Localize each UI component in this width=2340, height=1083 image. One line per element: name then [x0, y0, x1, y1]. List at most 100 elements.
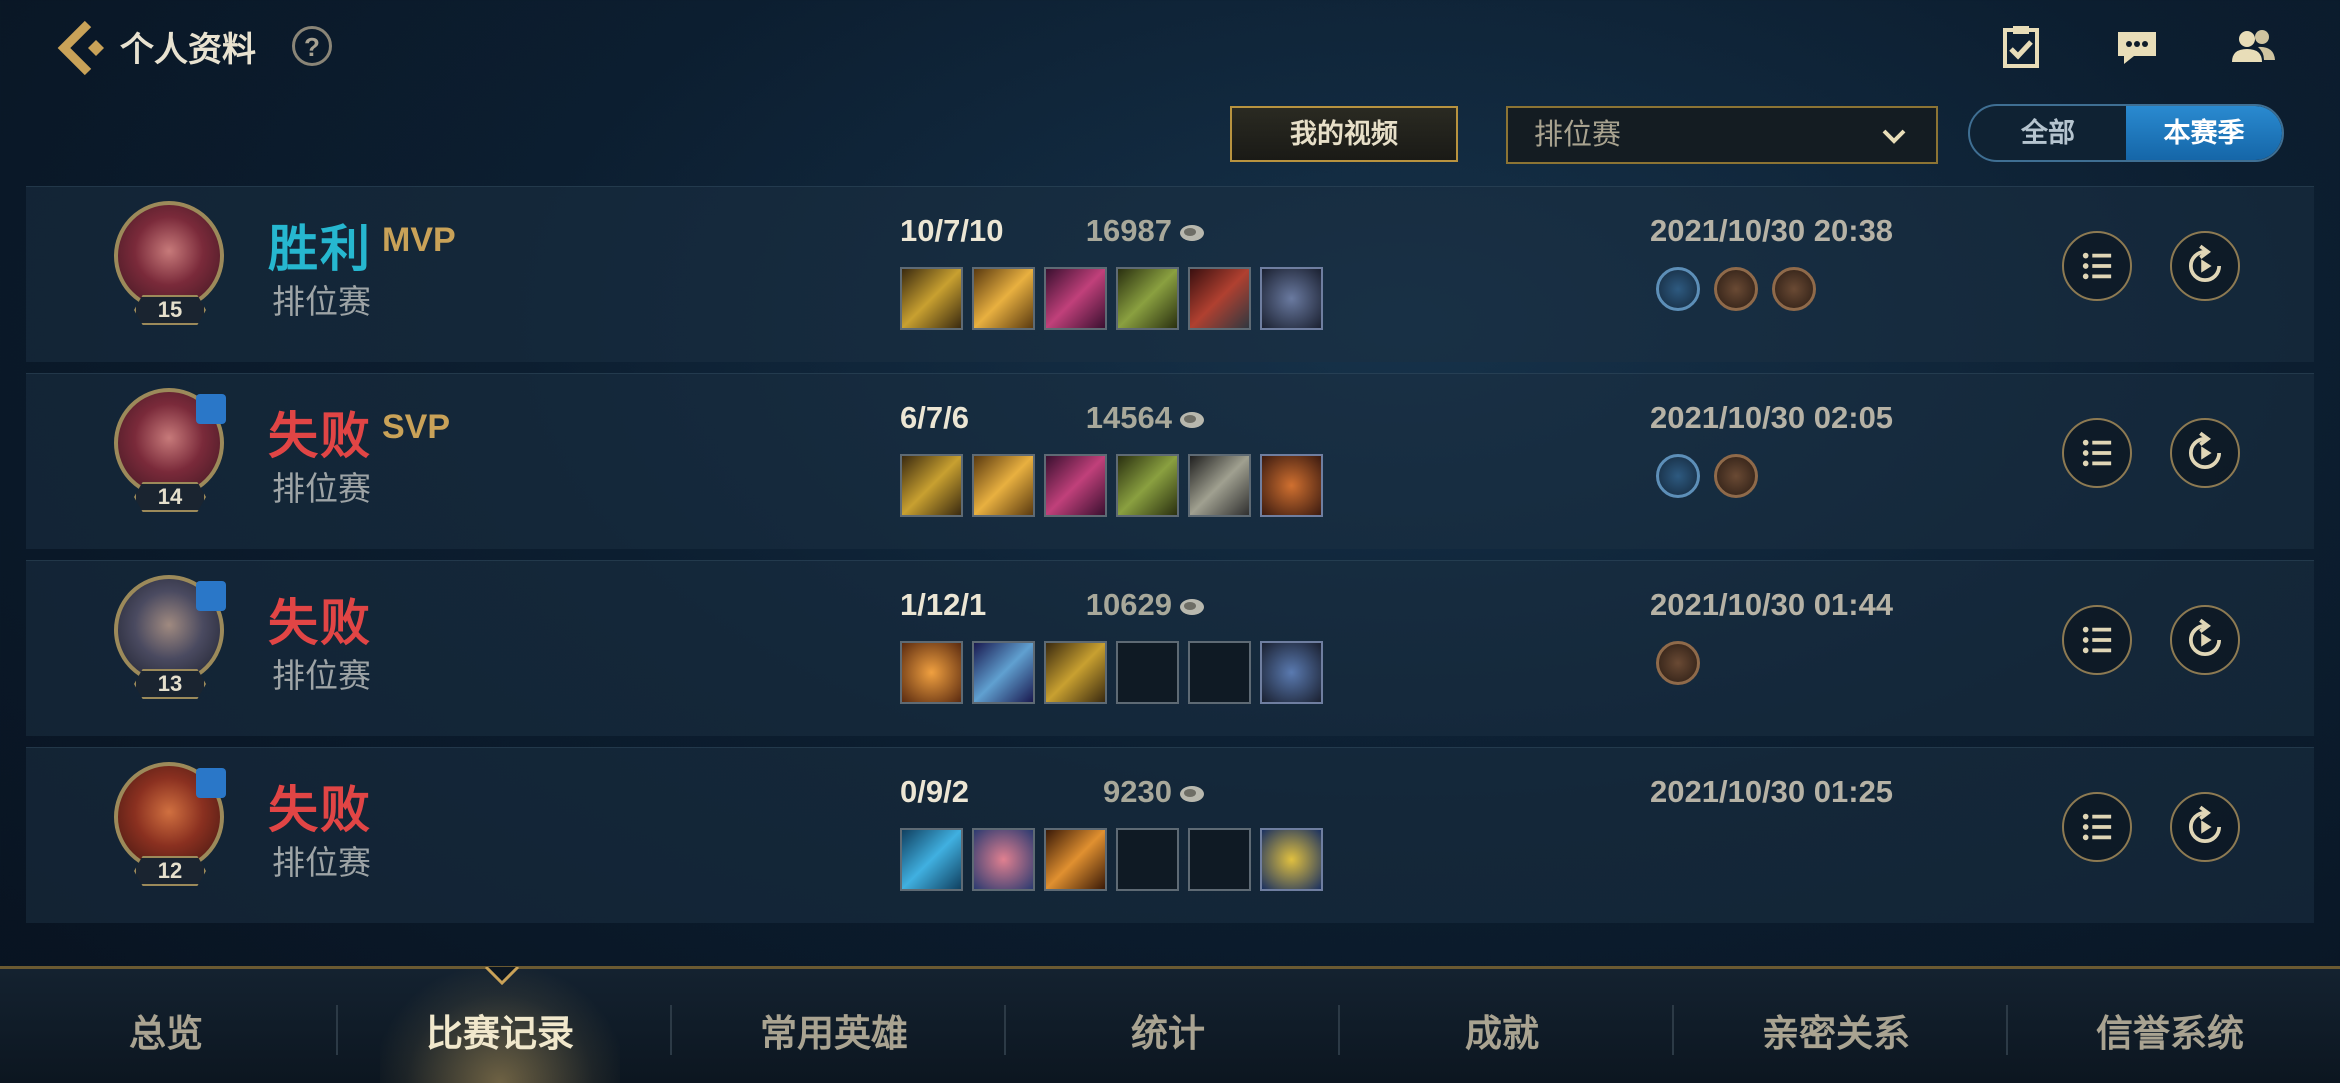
mode-select[interactable]: 排位赛 [1506, 106, 1938, 164]
badge-icon [1656, 454, 1700, 498]
item-slot [1044, 267, 1107, 330]
hero-level: 13 [134, 669, 206, 699]
gold-amount: 16987 [1066, 213, 1206, 249]
active-tab-caret-icon [484, 967, 520, 985]
replay-button[interactable] [2170, 231, 2240, 301]
hero-avatar [114, 201, 224, 311]
match-result: 失败 [268, 782, 372, 838]
page-title: 个人资料 [120, 31, 256, 69]
item-slot [1188, 454, 1251, 517]
mode-select-value: 排位赛 [1534, 119, 1622, 151]
my-videos-button[interactable]: 我的视频 [1230, 106, 1458, 162]
hero-level: 15 [134, 295, 206, 325]
season-toggle[interactable]: 全部 本赛季 [1968, 104, 2284, 162]
item-slot [900, 641, 963, 704]
coin-icon [1180, 598, 1204, 615]
item-slot [900, 454, 963, 517]
details-list-button[interactable] [2062, 605, 2132, 675]
team-icon [196, 768, 226, 798]
item-list [900, 454, 1323, 517]
badge-icon [1772, 267, 1816, 311]
item-slot [1188, 641, 1251, 704]
match-mode: 排位赛 [272, 844, 371, 881]
chat-icon[interactable] [2112, 22, 2162, 72]
kda: 1/12/1 [900, 587, 987, 622]
back-icon[interactable] [50, 18, 110, 78]
coin-icon [1180, 411, 1204, 428]
item-list [900, 267, 1323, 330]
item-slot [972, 641, 1035, 704]
achievement-badges [1656, 267, 1816, 311]
trinket-slot [1260, 454, 1323, 517]
item-slot [900, 828, 963, 891]
team-icon [196, 581, 226, 611]
trinket-slot [1260, 641, 1323, 704]
match-row[interactable]: 13 失败 排位赛 1/12/1 10629 2021/10/30 01:44 [26, 560, 2314, 736]
details-list-button[interactable] [2062, 418, 2132, 488]
match-mode: 排位赛 [272, 283, 371, 320]
tab-frequent-heroes[interactable]: 常用英雄 [684, 1003, 984, 1057]
svp-tag: SVP [382, 408, 451, 446]
replay-button[interactable] [2170, 418, 2240, 488]
item-slot [1116, 267, 1179, 330]
gold-amount: 10629 [1066, 587, 1206, 623]
match-row[interactable]: 15 胜利 MVP 排位赛 10/7/10 16987 2021/10/30 2… [26, 186, 2314, 362]
kda: 0/9/2 [900, 774, 969, 809]
tab-achievements[interactable]: 成就 [1352, 1003, 1652, 1057]
divider [1338, 1005, 1340, 1055]
achievement-badges [1656, 454, 1758, 498]
item-slot [972, 828, 1035, 891]
tab-overview[interactable]: 总览 [16, 1003, 316, 1057]
task-icon[interactable] [1996, 22, 2046, 72]
details-list-button[interactable] [2062, 792, 2132, 862]
bottom-nav: 总览 比赛记录 常用英雄 统计 成就 亲密关系 信誉系统 [0, 966, 2340, 1083]
chevron-down-icon [1882, 129, 1906, 144]
mvp-tag: MVP [382, 221, 456, 259]
item-slot [1188, 828, 1251, 891]
match-row[interactable]: 12 失败 排位赛 0/9/2 9230 2021/10/30 01:25 [26, 747, 2314, 923]
team-icon [196, 394, 226, 424]
divider [2006, 1005, 2008, 1055]
replay-button[interactable] [2170, 792, 2240, 862]
item-slot [1188, 267, 1251, 330]
item-slot [972, 454, 1035, 517]
item-slot [1116, 454, 1179, 517]
item-slot [972, 267, 1035, 330]
replay-button[interactable] [2170, 605, 2240, 675]
match-mode: 排位赛 [272, 470, 371, 507]
item-slot [1116, 828, 1179, 891]
match-date: 2021/10/30 20:38 [1650, 213, 1894, 248]
badge-icon [1714, 267, 1758, 311]
divider [336, 1005, 338, 1055]
tab-statistics[interactable]: 统计 [1018, 1003, 1318, 1057]
help-icon[interactable]: ? [292, 26, 332, 66]
tab-relationships[interactable]: 亲密关系 [1686, 1003, 1986, 1057]
item-slot [1044, 454, 1107, 517]
match-date: 2021/10/30 01:25 [1650, 774, 1894, 809]
match-date: 2021/10/30 01:44 [1650, 587, 1894, 622]
divider [1672, 1005, 1674, 1055]
friends-icon[interactable] [2228, 22, 2278, 72]
item-slot [1044, 828, 1107, 891]
match-result: 胜利 [268, 221, 372, 277]
trinket-slot [1260, 267, 1323, 330]
divider [670, 1005, 672, 1055]
achievement-badges [1656, 641, 1700, 685]
details-list-button[interactable] [2062, 231, 2132, 301]
item-list [900, 641, 1323, 704]
hero-level: 14 [134, 482, 206, 512]
divider [1004, 1005, 1006, 1055]
tab-honor-system[interactable]: 信誉系统 [2020, 1003, 2320, 1057]
match-date: 2021/10/30 02:05 [1650, 400, 1894, 435]
badge-icon [1656, 267, 1700, 311]
badge-icon [1656, 641, 1700, 685]
match-row[interactable]: 14 失败 SVP 排位赛 6/7/6 14564 2021/10/30 02:… [26, 373, 2314, 549]
trinket-slot [1260, 828, 1323, 891]
tab-match-history[interactable]: 比赛记录 [350, 1003, 650, 1057]
gold-amount: 9230 [1066, 774, 1206, 810]
toggle-this-season[interactable]: 本赛季 [2126, 106, 2282, 160]
toggle-all[interactable]: 全部 [1970, 106, 2126, 160]
item-slot [1116, 641, 1179, 704]
item-list [900, 828, 1323, 891]
coin-icon [1180, 224, 1204, 241]
